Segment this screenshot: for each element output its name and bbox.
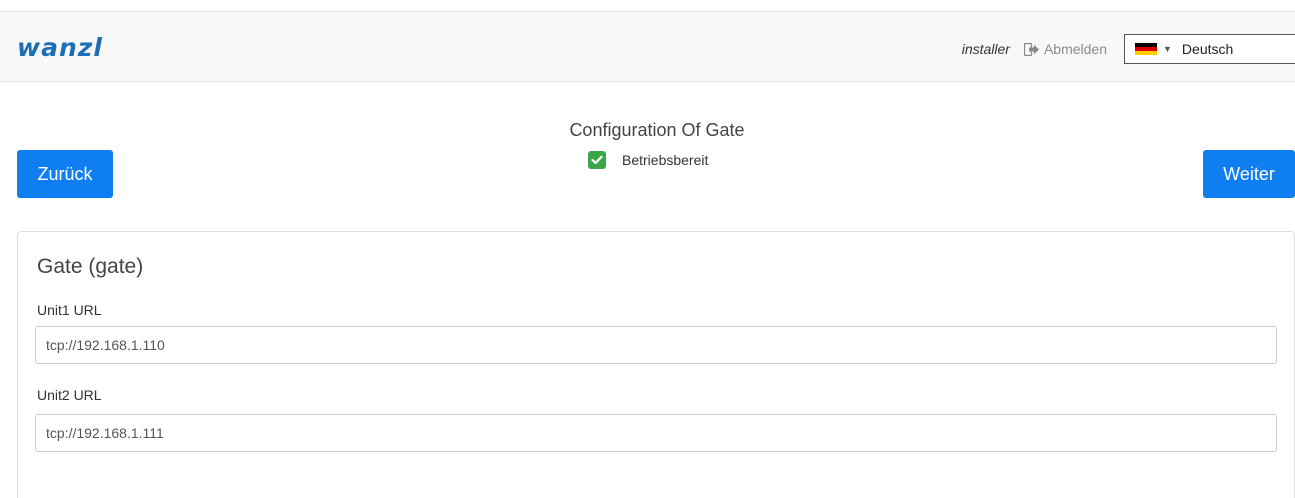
german-flag-icon: [1135, 42, 1157, 56]
next-button[interactable]: Weiter: [1203, 150, 1295, 198]
chevron-down-icon: ▼: [1163, 44, 1172, 54]
unit2-url-input[interactable]: [35, 414, 1277, 452]
current-user: installer: [961, 41, 1010, 57]
unit1-url-input[interactable]: [35, 326, 1277, 364]
gate-config-panel: Gate (gate) Unit1 URL Unit2 URL: [17, 231, 1295, 498]
back-button[interactable]: Zurück: [17, 150, 113, 198]
language-label: Deutsch: [1181, 41, 1234, 57]
unit1-url-label: Unit1 URL: [37, 302, 102, 318]
logout-label: Abmelden: [1043, 41, 1107, 57]
logout-link[interactable]: Abmelden: [1023, 41, 1107, 57]
checkmark-icon: [588, 151, 606, 169]
sign-out-icon: [1023, 42, 1040, 56]
wanzl-logo[interactable]: wanzl: [17, 33, 103, 62]
top-navbar: wanzl installer Abmelden ▼ Deutsch: [0, 11, 1295, 82]
page-title: Configuration Of Gate: [569, 120, 745, 140]
unit2-url-label: Unit2 URL: [37, 387, 102, 403]
panel-title: Gate (gate): [37, 255, 144, 278]
status-label: Betriebsbereit: [622, 152, 709, 168]
language-select[interactable]: ▼ Deutsch: [1124, 34, 1295, 64]
navbar-right: installer Abmelden ▼ Deutsch: [962, 34, 1295, 64]
status-indicator: Betriebsbereit: [588, 151, 708, 169]
